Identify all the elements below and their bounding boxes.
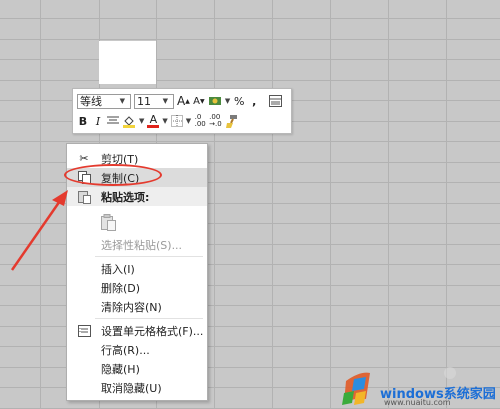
- annotation-arrow: [10, 190, 68, 271]
- watermark-url: www.nuaitu.com: [384, 398, 451, 407]
